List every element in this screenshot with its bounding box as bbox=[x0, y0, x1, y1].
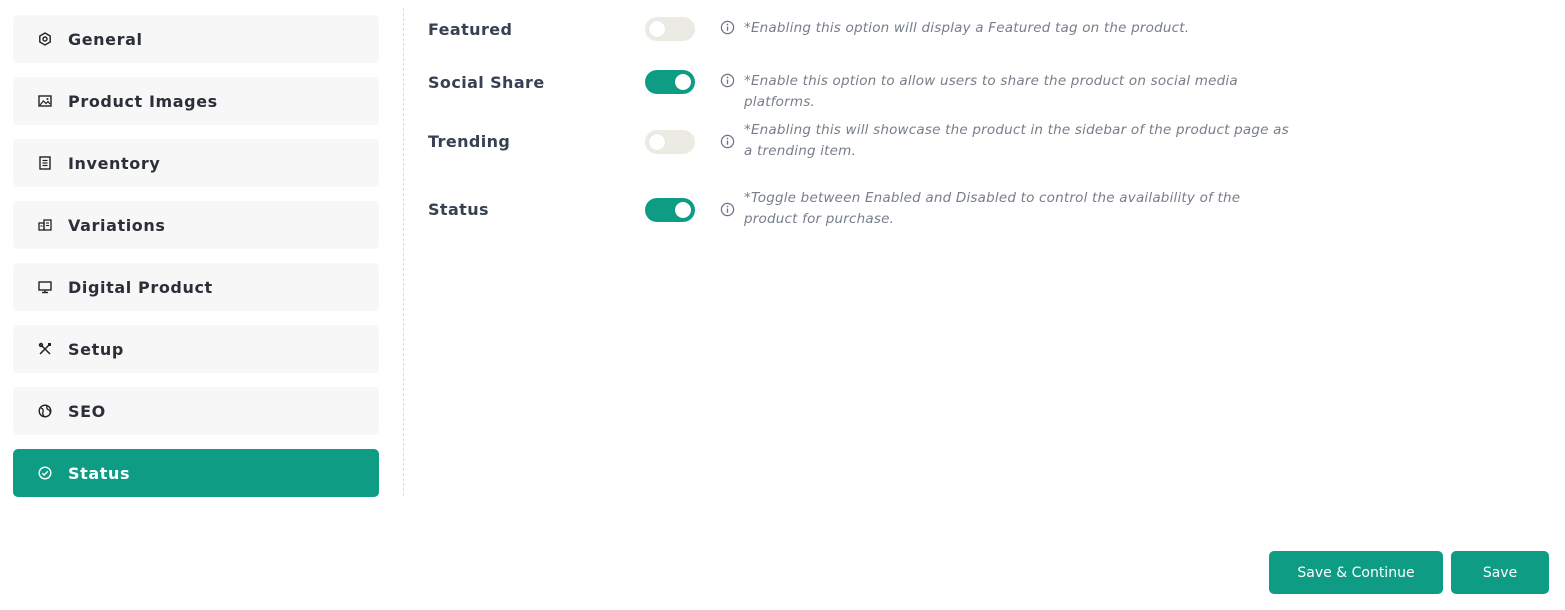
status-toggle[interactable] bbox=[645, 198, 695, 222]
social-share-toggle[interactable] bbox=[645, 70, 695, 94]
save-button[interactable]: Save bbox=[1451, 551, 1549, 594]
setting-row-social-share: Social Share *Enable this option to allo… bbox=[428, 69, 1308, 110]
setting-title: Social Share bbox=[428, 73, 545, 92]
sidebar-item-digital-product[interactable]: Digital Product bbox=[13, 263, 379, 311]
sidebar-item-label: Inventory bbox=[68, 153, 161, 173]
sidebar-item-label: SEO bbox=[68, 401, 106, 421]
variations-icon bbox=[37, 217, 53, 233]
tools-icon bbox=[37, 341, 53, 357]
sidebar: General Product Images Inventory Variati… bbox=[13, 15, 379, 511]
setting-title: Featured bbox=[428, 20, 513, 39]
toggle-knob bbox=[649, 21, 665, 37]
check-circle-icon bbox=[37, 465, 53, 481]
save-and-continue-button[interactable]: Save & Continue bbox=[1269, 551, 1443, 594]
sidebar-item-label: Setup bbox=[68, 339, 124, 359]
sidebar-item-inventory[interactable]: Inventory bbox=[13, 139, 379, 187]
sidebar-item-setup[interactable]: Setup bbox=[13, 325, 379, 373]
gear-hexagon-icon bbox=[37, 31, 53, 47]
info-icon bbox=[720, 20, 736, 36]
sidebar-item-product-images[interactable]: Product Images bbox=[13, 77, 379, 125]
sidebar-item-general[interactable]: General bbox=[13, 15, 379, 63]
toggle-knob bbox=[675, 202, 691, 218]
section-divider bbox=[403, 8, 404, 496]
setting-row-status: Status *Toggle between Enabled and Disab… bbox=[428, 188, 1308, 234]
sidebar-item-label: Variations bbox=[68, 215, 166, 235]
setting-help-text: *Enabling this option will display a Fea… bbox=[744, 20, 1190, 36]
setting-title: Status bbox=[428, 200, 489, 219]
document-list-icon bbox=[37, 155, 53, 171]
sidebar-item-label: Digital Product bbox=[68, 277, 213, 297]
setting-row-featured: Featured *Enabling this option will disp… bbox=[428, 16, 1308, 46]
setting-help-text: *Enable this option to allow users to sh… bbox=[744, 73, 1238, 110]
sidebar-item-status[interactable]: Status bbox=[13, 449, 379, 497]
trending-toggle[interactable] bbox=[645, 130, 695, 154]
sidebar-item-label: Product Images bbox=[68, 91, 218, 111]
sidebar-item-label: General bbox=[68, 29, 143, 49]
toggle-knob bbox=[675, 74, 691, 90]
setting-help-text: *Enabling this will showcase the product… bbox=[744, 122, 1289, 159]
setting-help-text: *Toggle between Enabled and Disabled to … bbox=[744, 190, 1241, 227]
sidebar-item-label: Status bbox=[68, 463, 131, 483]
info-icon bbox=[720, 202, 736, 218]
featured-toggle[interactable] bbox=[645, 17, 695, 41]
image-icon bbox=[37, 93, 53, 109]
toggle-knob bbox=[649, 134, 665, 150]
info-icon bbox=[720, 73, 736, 89]
sidebar-item-seo[interactable]: SEO bbox=[13, 387, 379, 435]
globe-icon bbox=[37, 403, 53, 419]
sidebar-item-variations[interactable]: Variations bbox=[13, 201, 379, 249]
setting-title: Trending bbox=[428, 132, 511, 151]
monitor-icon bbox=[37, 279, 53, 295]
info-icon bbox=[720, 134, 736, 150]
setting-row-trending: Trending *Enabling this will showcase th… bbox=[428, 120, 1308, 166]
